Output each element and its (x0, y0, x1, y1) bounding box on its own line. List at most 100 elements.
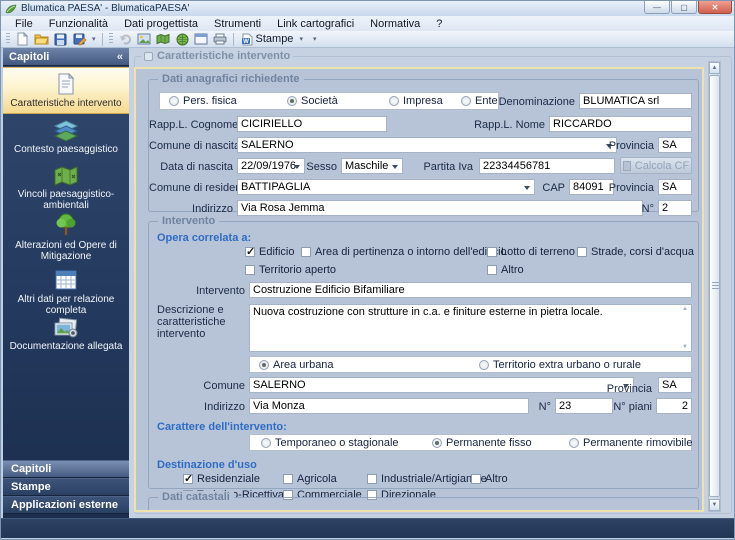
radio-societa[interactable]: Società (287, 95, 338, 107)
toolbar-separator (102, 33, 103, 46)
menu-dati-progettista[interactable]: Dati progettista (116, 18, 206, 30)
image-icon (137, 33, 151, 45)
radio-temporaneo[interactable]: Temporaneo o stagionale (261, 437, 399, 449)
checkbox-agricola[interactable]: Agricola (283, 473, 337, 485)
intervento-input[interactable]: Costruzione Edificio Bifamiliare (249, 282, 692, 298)
data-nascita-select[interactable]: 22/09/1976 (237, 158, 305, 174)
checkbox-strade[interactable]: Strade, corsi d'acqua (577, 246, 694, 258)
provincia-input[interactable]: SA (658, 377, 692, 393)
radio-impresa[interactable]: Impresa (389, 95, 443, 107)
sidebar-item-contesto-paesaggistico[interactable]: Contesto paesaggistico (3, 114, 129, 160)
open-folder-icon (34, 33, 49, 45)
catastali-field[interactable] (224, 510, 304, 512)
collapse-sidebar-icon[interactable]: « (117, 51, 123, 63)
denominazione-input[interactable]: BLUMATICA srl (579, 93, 692, 109)
checkbox-industriale[interactable]: Industriale/Artigianale (367, 473, 487, 485)
rappl-nome-input[interactable]: RICCARDO (549, 116, 692, 132)
content-header-title: Caratteristiche intervento (157, 50, 290, 62)
print-button[interactable] (211, 32, 230, 47)
sidebar-section-capitoli[interactable]: Capitoli (3, 460, 129, 478)
image-viewer-button[interactable] (135, 32, 154, 47)
sidebar-section-applicazioni-esterne[interactable]: Applicazioni esterne (3, 496, 129, 514)
catastali-field[interactable] (314, 510, 692, 512)
indirizzo-intervento-input[interactable]: Via Monza (249, 398, 529, 414)
radio-icon (259, 360, 269, 370)
undo-button[interactable] (116, 32, 135, 47)
sidebar-item-alterazioni-opere[interactable]: Alterazioni ed Opere di Mitigazione (3, 208, 129, 264)
menu-help[interactable]: ? (428, 18, 450, 30)
map-tool-button[interactable] (154, 32, 173, 47)
sidebar-item-documentazione-allegata[interactable]: Documentazione allegata (3, 312, 129, 360)
checkbox-residenziale[interactable]: Residenziale (183, 473, 260, 485)
provincia-nascita-label: Provincia (607, 140, 654, 152)
toolbar-options-arrow[interactable]: ▾ (310, 35, 320, 43)
comune-residenza-select[interactable]: BATTIPAGLIA (237, 179, 535, 195)
sidebar-section-stampe[interactable]: Stampe (3, 478, 129, 496)
menu-file[interactable]: File (7, 18, 41, 30)
radio-area-urbana[interactable]: Area urbana (259, 359, 334, 371)
checkbox-icon (487, 247, 497, 257)
comune-select[interactable]: SALERNO (249, 377, 634, 393)
new-document-icon (16, 32, 29, 46)
toolbar-grip[interactable] (109, 33, 113, 45)
checkbox-icon (577, 247, 587, 257)
menu-strumenti[interactable]: Strumenti (206, 18, 269, 30)
stampe-button[interactable]: W Stampe ▾ (237, 33, 310, 46)
checkbox-edificio[interactable]: Edificio (245, 246, 294, 258)
radio-icon (461, 96, 471, 106)
numero-piani-input[interactable]: 2 (656, 398, 692, 414)
numero-input[interactable]: 2 (658, 200, 692, 216)
sidebar-item-label: Documentazione allegata (3, 341, 129, 352)
radio-icon (432, 438, 442, 448)
checkbox-icon (487, 265, 497, 275)
maximize-button[interactable]: ▢ (671, 1, 697, 14)
checkbox-territorio-aperto[interactable]: Territorio aperto (245, 264, 336, 276)
undo-icon (119, 33, 132, 45)
radio-ente[interactable]: Ente (461, 95, 498, 107)
radio-permanente-rimovibile[interactable]: Permanente rimovibile (569, 437, 692, 449)
minimize-button[interactable]: — (644, 1, 670, 14)
menu-link-cartografici[interactable]: Link cartografici (269, 18, 362, 30)
rappl-cognome-input[interactable]: CICIRIELLO (237, 116, 387, 132)
toolbar-grip[interactable] (6, 33, 10, 45)
provincia-nascita-input[interactable]: SA (658, 137, 692, 153)
menu-funzionalita[interactable]: Funzionalità (41, 18, 116, 30)
menu-normativa[interactable]: Normativa (362, 18, 428, 30)
toolbar-options-arrow[interactable]: ▾ (89, 35, 99, 43)
new-document-button[interactable] (13, 32, 32, 47)
globe-button[interactable] (173, 32, 192, 47)
intervento-label: Intervento (159, 285, 245, 297)
sesso-select[interactable]: Maschile (341, 158, 403, 174)
vertical-scrollbar[interactable]: ▲ ▼ (708, 61, 721, 512)
close-button[interactable]: ✕ (698, 1, 732, 14)
checkbox-lotto-terreno[interactable]: Lotto di terreno (487, 246, 575, 258)
application-window: Blumatica PAESA' - BlumaticaPAESA' — ▢ ✕… (0, 0, 735, 540)
radio-territorio-extra[interactable]: Territorio extra urbano o rurale (479, 359, 641, 371)
provincia-residenza-input[interactable]: SA (658, 179, 692, 195)
sidebar-item-vincoli-paesaggistico[interactable]: Vincoli paesaggistico-ambientali (3, 160, 129, 208)
textarea-scrollbar[interactable]: ▲▼ (680, 306, 690, 350)
open-button[interactable] (32, 32, 51, 47)
window-title: Blumatica PAESA' - BlumaticaPAESA' (21, 3, 190, 14)
radio-permanente-fisso[interactable]: Permanente fisso (432, 437, 532, 449)
scroll-down-button[interactable]: ▼ (709, 499, 720, 511)
data-nascita-label: Data di nascita (149, 161, 233, 173)
partita-iva-input[interactable]: 22334456781 (479, 158, 615, 174)
radio-pers-fisica[interactable]: Pers. fisica (169, 95, 237, 107)
scrollbar-thumb[interactable] (709, 75, 720, 497)
comune-nascita-select[interactable]: SALERNO (237, 137, 617, 153)
indirizzo-input[interactable]: Via Rosa Jemma (237, 200, 643, 216)
descrizione-textarea[interactable]: Nuova costruzione con strutture in c.a. … (249, 304, 692, 352)
calcola-cf-button[interactable]: Calcola CF (620, 157, 692, 174)
checkbox-altro-destinazione[interactable]: Altro (471, 473, 508, 485)
save-button[interactable] (51, 32, 70, 47)
checkbox-altro-opera[interactable]: Altro (487, 264, 524, 276)
scroll-up-button[interactable]: ▲ (709, 62, 720, 74)
checkbox-icon (301, 247, 311, 257)
save-as-button[interactable] (70, 32, 89, 47)
checkbox-area-pertinenza[interactable]: Area di pertinenza o intorno dell'edific… (301, 246, 507, 258)
sidebar-item-caratteristiche-intervento[interactable]: Caratteristiche intervento (3, 67, 129, 114)
numero-civico-input[interactable]: 23 (555, 398, 613, 414)
sidebar-item-altri-dati[interactable]: Altri dati per relazione completa (3, 264, 129, 312)
form-window-button[interactable] (192, 32, 211, 47)
